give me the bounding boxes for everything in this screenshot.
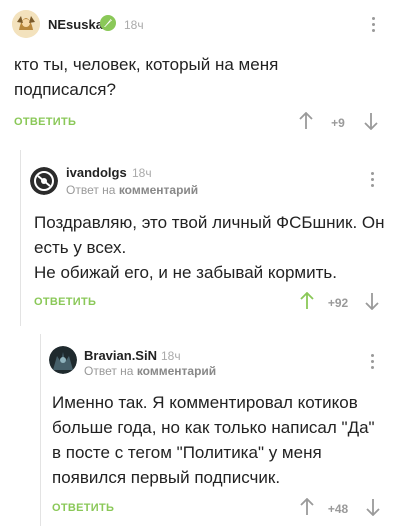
author-name[interactable]: Bravian.SiN [84, 348, 157, 363]
downvote-icon[interactable] [364, 112, 378, 131]
reply-to-prefix: Ответ на [84, 364, 134, 378]
reply-to-link[interactable]: Ответ на комментарий [66, 183, 198, 197]
comment-ivandolgs: ivandolgs 18ч Ответ на комментарий Поздр… [20, 150, 400, 326]
reply-to-target[interactable]: комментарий [119, 183, 198, 197]
comment-bravian-sin: Bravian.SiN 18ч Ответ на комментарий Име… [40, 334, 400, 526]
comment-time: 18ч [124, 18, 144, 32]
user-avatar-icon [12, 10, 40, 38]
upvote-icon[interactable] [299, 111, 313, 130]
more-options-icon[interactable] [369, 354, 375, 372]
reply-button[interactable]: ОТВЕТИТЬ [14, 116, 76, 128]
downvote-icon[interactable] [366, 498, 380, 517]
rating-value: +92 [327, 296, 349, 310]
avatar[interactable] [49, 346, 77, 374]
comment-thread: NEsuska 18ч кто ты, человек, который на … [0, 0, 400, 526]
more-options-icon[interactable] [370, 17, 376, 35]
user-avatar-icon [30, 167, 58, 195]
avatar[interactable] [12, 10, 40, 38]
avatar[interactable] [30, 167, 58, 195]
reply-button[interactable]: ОТВЕТИТЬ [52, 502, 114, 514]
comment-text: Именно так. Я комментировал котиков боль… [52, 393, 375, 487]
reply-to-link[interactable]: Ответ на комментарий [84, 364, 216, 378]
more-options-icon[interactable] [369, 172, 375, 190]
downvote-icon[interactable] [365, 292, 379, 311]
comment-time: 18ч [132, 166, 152, 180]
reply-to-target[interactable]: комментарий [137, 364, 216, 378]
rating-value: +9 [331, 116, 345, 130]
user-avatar-icon [49, 346, 77, 374]
upvote-icon[interactable] [300, 497, 314, 516]
comment-text-line-1: Поздравляю, это твой личный ФСБшник. Он … [34, 213, 385, 257]
comment-nesuska: NEsuska 18ч кто ты, человек, который на … [0, 0, 400, 140]
comment-text: кто ты, человек, который на меня подписа… [14, 55, 279, 99]
verified-badge-icon [100, 15, 116, 31]
reply-to-prefix: Ответ на [66, 183, 116, 197]
upvote-icon[interactable] [300, 291, 314, 310]
author-name[interactable]: NEsuska [48, 17, 103, 32]
author-name[interactable]: ivandolgs [66, 165, 127, 180]
reply-button[interactable]: ОТВЕТИТЬ [34, 296, 96, 308]
comment-text-line-2: Не обижай его, и не забывай кормить. [34, 263, 337, 282]
rating-value: +48 [327, 502, 349, 516]
comment-time: 18ч [161, 349, 181, 363]
